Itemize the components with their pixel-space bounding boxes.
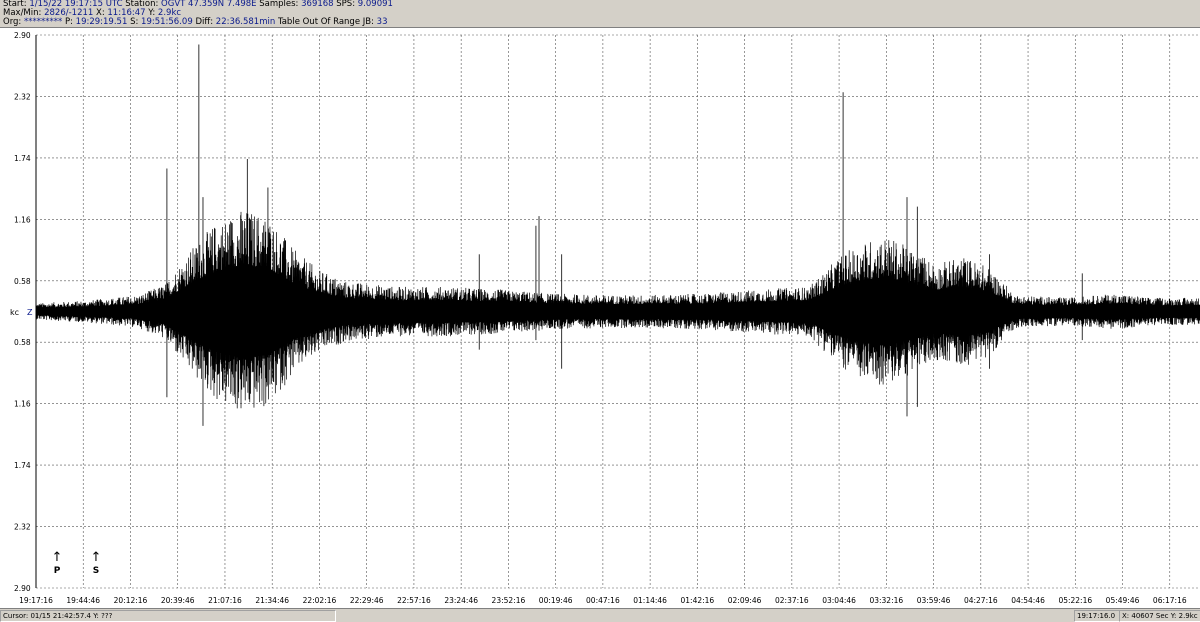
x-tick-label: 03:59:46 xyxy=(917,596,951,605)
marker-arrow-icon: ↑ xyxy=(91,550,102,565)
status-cursor: Cursor: 01/15 21:42:57.4 Y: ??? xyxy=(0,610,336,622)
x-tick-label: 00:19:46 xyxy=(539,596,573,605)
x-tick-label: 02:37:16 xyxy=(775,596,809,605)
samples-label: Samples: xyxy=(259,0,299,9)
y-tick-label: 1.74 xyxy=(14,154,31,163)
y-tick-label: 2.32 xyxy=(14,523,31,532)
sps-value: 9.09091 xyxy=(357,0,393,9)
x-tick-label: 00:47:16 xyxy=(586,596,620,605)
x-tick-label: 03:04:46 xyxy=(822,596,856,605)
x-tick-label: 03:32:16 xyxy=(869,596,903,605)
s-time-value: 19:51:56.09 xyxy=(141,17,193,27)
org-value: ********* xyxy=(24,17,63,27)
x-tick-label: 04:54:46 xyxy=(1011,596,1045,605)
x-tick-label: 19:44:46 xyxy=(66,596,100,605)
status-info: X: 40607 Sec Y: 2.9kc xyxy=(1119,610,1200,622)
x-tick-label: 02:09:46 xyxy=(728,596,762,605)
x-tick-label: 22:02:16 xyxy=(303,596,337,605)
x-tick-label: 05:49:46 xyxy=(1106,596,1140,605)
samples-value: 369168 xyxy=(301,0,334,9)
s-label: S: xyxy=(130,17,139,27)
x-tick-label: 20:12:16 xyxy=(114,596,148,605)
y-tick-label: 1.16 xyxy=(14,400,31,409)
seismogram-plot[interactable]: 2.90 2.32 1.74 1.16 0.58 0.58 1.16 1.74 2.32 2.90… xyxy=(0,28,1200,608)
x-tick-label: 22:29:46 xyxy=(350,596,384,605)
info-header: Start: 1/15/22 19:17:15 UTC Station: OGV… xyxy=(0,0,1200,28)
org-label: Org: xyxy=(3,17,22,27)
marker-p-label[interactable]: P xyxy=(54,566,61,576)
status-time: 19:17:16.0 xyxy=(1074,610,1120,622)
x-tick-label: 05:22:16 xyxy=(1058,596,1092,605)
status-bar: Cursor: 01/15 21:42:57.4 Y: ??? 19:17:16… xyxy=(0,608,1200,622)
marker-arrow-icon: ↑ xyxy=(52,550,63,565)
waveform-path xyxy=(35,211,1200,409)
table-status: Table Out Of Range xyxy=(277,17,361,27)
x-tick-label: 22:57:16 xyxy=(397,596,431,605)
x-tick-label: 20:39:46 xyxy=(161,596,195,605)
y-tick-label: 2.32 xyxy=(14,92,31,101)
phase-markers[interactable]: ↑P↑S xyxy=(52,550,102,576)
diff-value: 22:36.581min xyxy=(215,17,276,27)
x-tick-label: 19:17:16 xyxy=(19,596,53,605)
x-tick-label: 23:52:16 xyxy=(492,596,526,605)
x-tick-label: 23:24:46 xyxy=(444,596,478,605)
marker-s-label[interactable]: S xyxy=(93,566,99,576)
x-tick-label: 21:34:46 xyxy=(255,596,289,605)
x-tick-label: 04:27:16 xyxy=(964,596,998,605)
y-tick-label: 0.58 xyxy=(14,338,31,347)
y-tick-label: 1.16 xyxy=(14,215,31,224)
x-tick-label: 21:07:16 xyxy=(208,596,242,605)
x-axis-labels: 19:17:16 19:44:46 20:12:16 20:39:46 21:07:16… xyxy=(19,596,1187,605)
diff-label: Diff: xyxy=(195,17,214,27)
jb-label: JB: xyxy=(362,17,374,27)
p-label: P: xyxy=(64,17,73,27)
channel-unit-label: kc xyxy=(10,308,19,317)
x-tick-label: 06:17:16 xyxy=(1153,596,1187,605)
x-tick-label: 01:42:16 xyxy=(681,596,715,605)
sps-label: SPS: xyxy=(336,0,356,9)
channel-component-label: Z xyxy=(27,308,33,317)
p-time-value: 19:29:19.51 xyxy=(75,17,128,27)
x-tick-label: 01:14:46 xyxy=(633,596,667,605)
waveform-trace xyxy=(35,44,1200,426)
y-tick-label: 1.74 xyxy=(14,461,31,470)
jb-value: 33 xyxy=(376,17,388,27)
header-line-org: Org: ********* P: 19:29:19.51 S: 19:51:5… xyxy=(3,18,388,27)
y-tick-label: 0.58 xyxy=(14,277,31,286)
y-tick-label: 2.90 xyxy=(14,31,31,40)
y-tick-label: 2.90 xyxy=(14,584,31,593)
